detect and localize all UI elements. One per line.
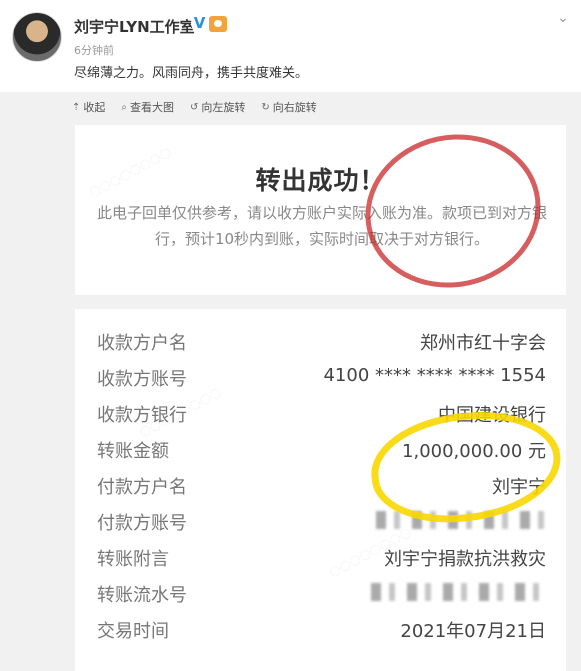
rotate-left-button[interactable]: ↺ 向左旋转 [190, 99, 245, 115]
post-text: 尽绵薄之力。风雨同舟，携手共度难关。 [74, 66, 309, 81]
view-large-button[interactable]: ⌕ 查看大图 [121, 99, 174, 115]
collapse-label: 收起 [83, 101, 106, 114]
post-header: 刘宇宁LYN工作室 V 6分钟前 尽绵薄之力。风雨同舟，携手共度难关。 ⌄ [0, 0, 581, 92]
view-large-label: 查看大图 [130, 101, 174, 114]
redacted-value [371, 581, 546, 602]
field-label: 付款方户名 [97, 477, 187, 498]
field-label: 收款方账号 [97, 369, 187, 390]
rotate-right-icon: ↻ [261, 101, 270, 113]
stamp-line-2 [370, 187, 532, 222]
arrow-up-icon: ⇡ [72, 101, 81, 113]
field-row: 转账附言 刘宇宁捐款抗洪救灾 [75, 541, 566, 575]
bank-seal-stamp [351, 125, 555, 304]
user-name[interactable]: 刘宇宁LYN工作室 [74, 16, 195, 37]
field-label: 付款方账号 [97, 513, 187, 534]
avatar[interactable] [12, 12, 62, 62]
receipt-image[interactable]: ○○○○○○○○ ○○○○○○○○ ○○○○○○○○ 转出成功！ 此电子回单仅供… [75, 125, 566, 671]
media-toolbar: ⇡ 收起 ⌕ 查看大图 ↺ 向左旋转 ↻ 向右旋转 [72, 98, 317, 116]
post-time[interactable]: 6分钟前 [74, 42, 114, 58]
field-row: 转账流水号 [75, 577, 566, 611]
field-label: 交易时间 [97, 621, 169, 642]
field-value: 刘宇宁捐款抗洪救灾 [384, 549, 546, 570]
field-label: 收款方户名 [97, 333, 187, 354]
collapse-button[interactable]: ⇡ 收起 [72, 99, 105, 115]
field-value: 4100 **** **** **** 1554 [323, 365, 546, 386]
stamp-line-1 [364, 158, 526, 193]
field-row: 交易时间 2021年07月21日 [75, 613, 566, 647]
verified-v-icon: V [191, 15, 208, 32]
field-label: 转账附言 [97, 549, 169, 570]
field-row: 收款方户名 郑州市红十字会 [75, 325, 566, 359]
field-value: 郑州市红十字会 [420, 333, 546, 354]
field-label: 收款方银行 [97, 405, 187, 426]
rotate-left-icon: ↺ [190, 101, 199, 113]
rotate-right-button[interactable]: ↻ 向右旋转 [261, 99, 316, 115]
chevron-down-icon[interactable]: ⌄ [555, 10, 571, 26]
field-label: 转账金额 [97, 441, 169, 462]
divider [75, 295, 566, 309]
zoom-icon: ⌕ [121, 101, 127, 113]
fan-badge-icon [209, 16, 227, 32]
field-value: 2021年07月21日 [400, 621, 546, 642]
rotate-right-label: 向右旋转 [272, 101, 317, 114]
field-row: 收款方账号 4100 **** **** **** 1554 [75, 361, 566, 395]
field-label: 转账流水号 [97, 585, 187, 606]
rotate-left-label: 向左旋转 [201, 101, 246, 114]
